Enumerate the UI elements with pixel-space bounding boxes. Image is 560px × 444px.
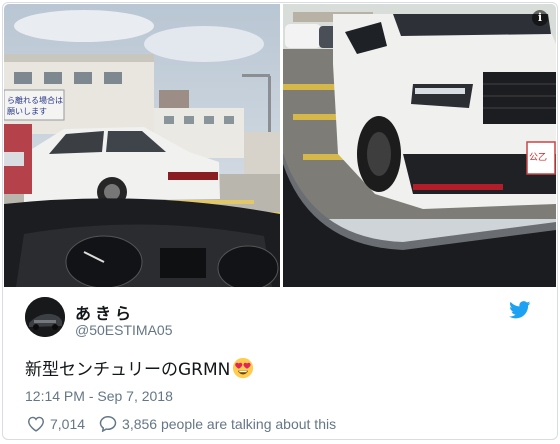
tweet-text-content: 新型センチュリーのGRMN	[25, 360, 231, 380]
tweet-text: 新型センチュリーのGRMN	[25, 355, 254, 380]
tweet-card[interactable]: ら離れる場合は 願いします 公乙 i あきら @50ESTIMA05 新型センチ…	[2, 2, 558, 440]
author-name[interactable]: あきら	[75, 300, 135, 324]
talking-count: 3,856 people are talking about this	[122, 415, 337, 432]
sign-text-2: 願いします	[7, 107, 47, 116]
talking-action[interactable]: 3,856 people are talking about this	[99, 415, 336, 432]
photo-right-image: 公乙	[283, 4, 556, 287]
heart-eyes-emoji-icon	[233, 357, 254, 378]
sign-text-1: ら離れる場合は	[7, 95, 63, 105]
author-handle[interactable]: @50ESTIMA05	[75, 322, 172, 338]
plate-text: 公乙	[529, 152, 547, 163]
like-count: 7,014	[50, 415, 86, 432]
avatar[interactable]	[25, 297, 65, 337]
photo-left[interactable]: ら離れる場合は 願いします	[4, 4, 280, 287]
twitter-bird-icon[interactable]	[509, 301, 531, 319]
info-icon[interactable]: i	[532, 10, 548, 26]
avatar-image	[25, 297, 65, 337]
like-action[interactable]: 7,014	[27, 416, 85, 432]
tweet-actions: 7,014 3,856 people are talking about thi…	[27, 415, 350, 432]
tweet-timestamp[interactable]: 12:14 PM - Sep 7, 2018	[25, 388, 173, 404]
photo-left-image: ら離れる場合は 願いします	[4, 4, 280, 287]
heart-icon	[27, 416, 45, 432]
tweet-media[interactable]: ら離れる場合は 願いします 公乙 i	[4, 4, 556, 287]
comment-bubble-icon	[99, 415, 117, 432]
photo-right[interactable]: 公乙	[283, 4, 556, 287]
